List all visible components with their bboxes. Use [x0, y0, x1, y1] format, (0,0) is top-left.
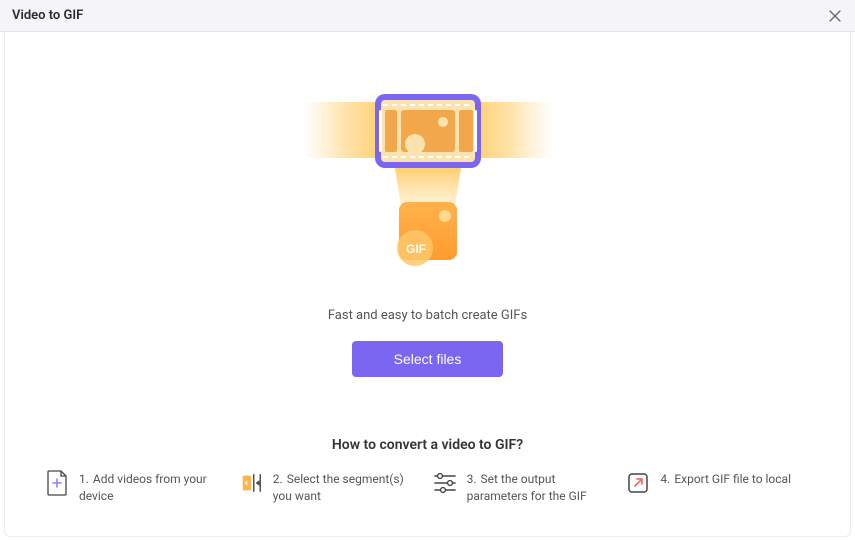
step-2: 2.Select the segment(s) you want: [239, 471, 423, 505]
window-title: Video to GIF: [12, 8, 83, 23]
hero-illustration: GIF: [303, 90, 553, 290]
step-3-text: 3.Set the output parameters for the GIF: [467, 471, 617, 505]
howto-section: How to convert a video to GIF? 1.Add vid…: [5, 437, 850, 525]
export-icon: [626, 471, 650, 495]
select-segment-icon: [239, 471, 263, 495]
main-content: GIF Fast and easy to batch create GIFs S…: [4, 32, 851, 537]
add-file-icon: [45, 471, 69, 495]
step-1-text: 1.Add videos from your device: [79, 471, 229, 505]
select-files-button[interactable]: Select files: [352, 341, 504, 377]
gif-label: GIF: [406, 242, 426, 256]
step-3: 3.Set the output parameters for the GIF: [433, 471, 617, 505]
close-button[interactable]: [827, 8, 843, 24]
howto-title: How to convert a video to GIF?: [5, 437, 850, 453]
step-4: 4.Export GIF file to local: [626, 471, 810, 505]
tagline: Fast and easy to batch create GIFs: [328, 308, 527, 323]
parameters-icon: [433, 471, 457, 495]
titlebar: Video to GIF: [0, 0, 855, 32]
close-icon: [829, 10, 841, 22]
steps-row: 1.Add videos from your device 2.Select t…: [5, 471, 850, 525]
step-2-text: 2.Select the segment(s) you want: [273, 471, 423, 505]
window: Video to GIF: [0, 0, 855, 541]
step-1: 1.Add videos from your device: [45, 471, 229, 505]
step-4-text: 4.Export GIF file to local: [660, 471, 791, 488]
hero: GIF Fast and easy to batch create GIFs S…: [303, 90, 553, 377]
